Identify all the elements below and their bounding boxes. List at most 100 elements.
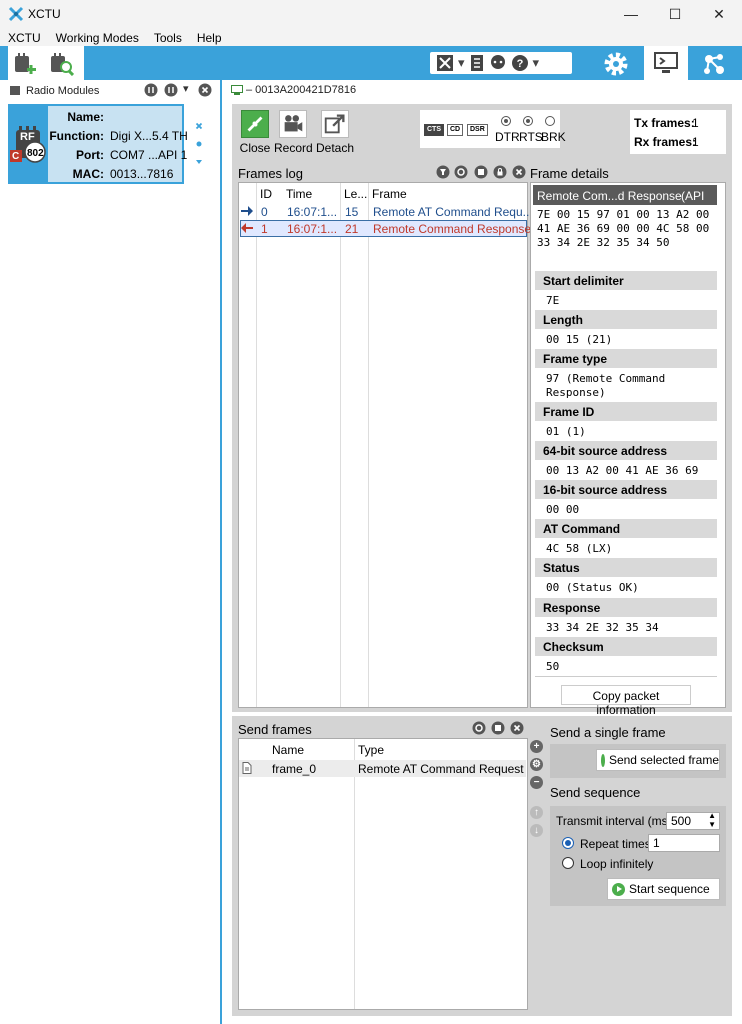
add-device-icon[interactable]	[12, 50, 38, 76]
help-icon[interactable]: ?	[511, 54, 529, 72]
maximize-button[interactable]: ☐	[652, 0, 698, 28]
hex-line: 41 AE 36 69 00 00 4C 58 00	[537, 222, 710, 235]
field-value: 00 (Status OK)	[546, 581, 639, 594]
console-icon	[654, 52, 678, 73]
svg-text:?: ?	[516, 58, 523, 70]
close-icon[interactable]	[510, 721, 524, 735]
minimize-button[interactable]: —	[608, 0, 654, 28]
start-sequence-button[interactable]: Start sequence	[607, 878, 720, 900]
detach-button[interactable]: Detach	[316, 108, 354, 158]
xctu-tools-icon[interactable]	[436, 54, 454, 72]
save-send-list-icon[interactable]	[491, 721, 505, 735]
send-list-actions: + ⚙ − ↑ ↓	[530, 740, 546, 850]
frame-details-title: Frame details	[530, 166, 609, 181]
brk-toggle[interactable]	[545, 116, 555, 126]
remove-all-modules-icon[interactable]	[198, 83, 212, 97]
loop-infinitely-radio[interactable]	[562, 857, 574, 869]
repeat-times-radio[interactable]	[562, 837, 574, 849]
field-value: 00 13 A2 00 41 AE 36 69	[546, 464, 699, 477]
device-console-tab[interactable]: – 0013A200421D7816	[246, 84, 356, 96]
filter-icon[interactable]	[436, 165, 450, 179]
remove-frame-icon[interactable]: −	[530, 776, 543, 789]
copy-packet-button[interactable]: Copy packet information	[561, 685, 691, 717]
module-function-value: Digi X...5.4 TH	[110, 129, 188, 143]
clear-send-list-icon[interactable]	[472, 721, 486, 735]
transmit-interval-spinner[interactable]: 500 ▲ ▼	[666, 811, 720, 830]
feedback-icon[interactable]	[489, 54, 507, 72]
close-window-button[interactable]: ✕	[696, 0, 742, 28]
module-badge-rf: RF	[20, 131, 35, 143]
table-row[interactable]: 1 16:07:1... 21 Remote Command Response	[240, 220, 531, 237]
chevron-down-icon[interactable]: ▾	[533, 55, 540, 71]
rts-toggle[interactable]	[523, 116, 533, 126]
radio-modules-panel	[0, 80, 222, 1024]
close-connection-button[interactable]: Close	[236, 108, 274, 158]
dtr-toggle[interactable]	[501, 116, 511, 126]
frame-time: 16:07:1...	[287, 222, 338, 236]
consoles-mode-tab[interactable]	[644, 46, 688, 80]
send-frames-list: Name Type	[238, 738, 528, 1010]
move-down-icon[interactable]: ↓	[530, 824, 543, 837]
send-single-title: Send a single frame	[550, 725, 666, 740]
col-frame[interactable]: Frame	[372, 187, 407, 201]
remove-module-icon[interactable]	[192, 119, 206, 133]
toolbar-tools-group: ▾ ? ▾	[430, 52, 572, 74]
send-frame-type: Remote AT Command Request	[358, 762, 524, 776]
move-up-icon[interactable]: ↑	[530, 806, 543, 819]
clear-frames-icon[interactable]	[454, 165, 468, 179]
menu-help[interactable]: Help	[189, 28, 229, 48]
dtr-label: DTR	[495, 130, 520, 144]
record-button[interactable]: Record	[274, 108, 313, 158]
cts-indicator: CTS	[424, 124, 444, 136]
discover-devices-icon[interactable]	[48, 50, 74, 76]
frame-length: 15	[345, 205, 359, 219]
frame-type: Remote Command Response	[373, 222, 532, 236]
menu-working-modes[interactable]: Working Modes	[48, 28, 146, 48]
send-selected-frame-button[interactable]: Send selected frame	[596, 749, 720, 771]
frame-time: 16:07:1...	[287, 205, 338, 219]
module-badge-802: 802	[27, 148, 44, 159]
col-type[interactable]: Type	[358, 743, 384, 757]
module-port-label: Port:	[76, 148, 104, 162]
frame-counters: Tx frames: 1 Rx frames: 1	[630, 110, 726, 154]
close-icon[interactable]	[512, 165, 526, 179]
radio-modules-settings-icon[interactable]	[144, 83, 158, 97]
col-name[interactable]: Name	[272, 743, 304, 757]
menu-xctu[interactable]: XCTU	[0, 28, 48, 48]
add-frame-icon[interactable]: +	[530, 740, 543, 753]
spinner-arrows-icon[interactable]: ▲ ▼	[708, 811, 716, 829]
divider	[535, 676, 717, 677]
toolbar-left-group	[8, 46, 84, 80]
network-mode-icon[interactable]	[700, 50, 728, 78]
configuration-mode-icon[interactable]	[602, 50, 630, 78]
expand-module-icon[interactable]	[192, 155, 206, 169]
play-icon	[601, 753, 611, 767]
profile-icon[interactable]	[469, 54, 485, 72]
start-sequence-label: Start sequence	[629, 882, 710, 896]
tx-frames-value: 1	[692, 116, 699, 130]
record-camera-icon	[279, 110, 307, 138]
transmit-interval-value: 500	[671, 814, 692, 828]
field-label: Frame ID	[535, 402, 717, 421]
sort-modules-icon[interactable]	[164, 83, 178, 97]
save-frames-icon[interactable]	[474, 165, 488, 179]
field-value: 7E	[546, 294, 560, 307]
chevron-down-icon[interactable]: ▾	[183, 82, 189, 95]
lock-icon[interactable]	[493, 165, 507, 179]
radio-module-icon	[10, 86, 20, 95]
transmit-interval-label: Transmit interval (ms):	[556, 814, 675, 828]
field-label: Frame type	[535, 349, 717, 368]
col-id[interactable]: ID	[260, 187, 272, 201]
repeat-times-input[interactable]: 1	[648, 834, 720, 852]
module-settings-icon[interactable]	[192, 137, 206, 151]
menu-tools[interactable]: Tools	[146, 28, 189, 48]
table-row[interactable]: 0 16:07:1... 15 Remote AT Command Requ..…	[240, 203, 533, 220]
col-length[interactable]: Le...	[344, 187, 367, 201]
chevron-down-icon[interactable]: ▾	[458, 55, 465, 71]
col-time[interactable]: Time	[286, 187, 312, 201]
module-badge-c: C	[12, 151, 20, 162]
play-icon	[612, 882, 625, 896]
frames-log-title: Frames log	[238, 166, 304, 181]
edit-frame-icon[interactable]: ⚙	[530, 758, 543, 771]
table-row[interactable]: frame_0 Remote AT Command Request	[239, 760, 526, 777]
